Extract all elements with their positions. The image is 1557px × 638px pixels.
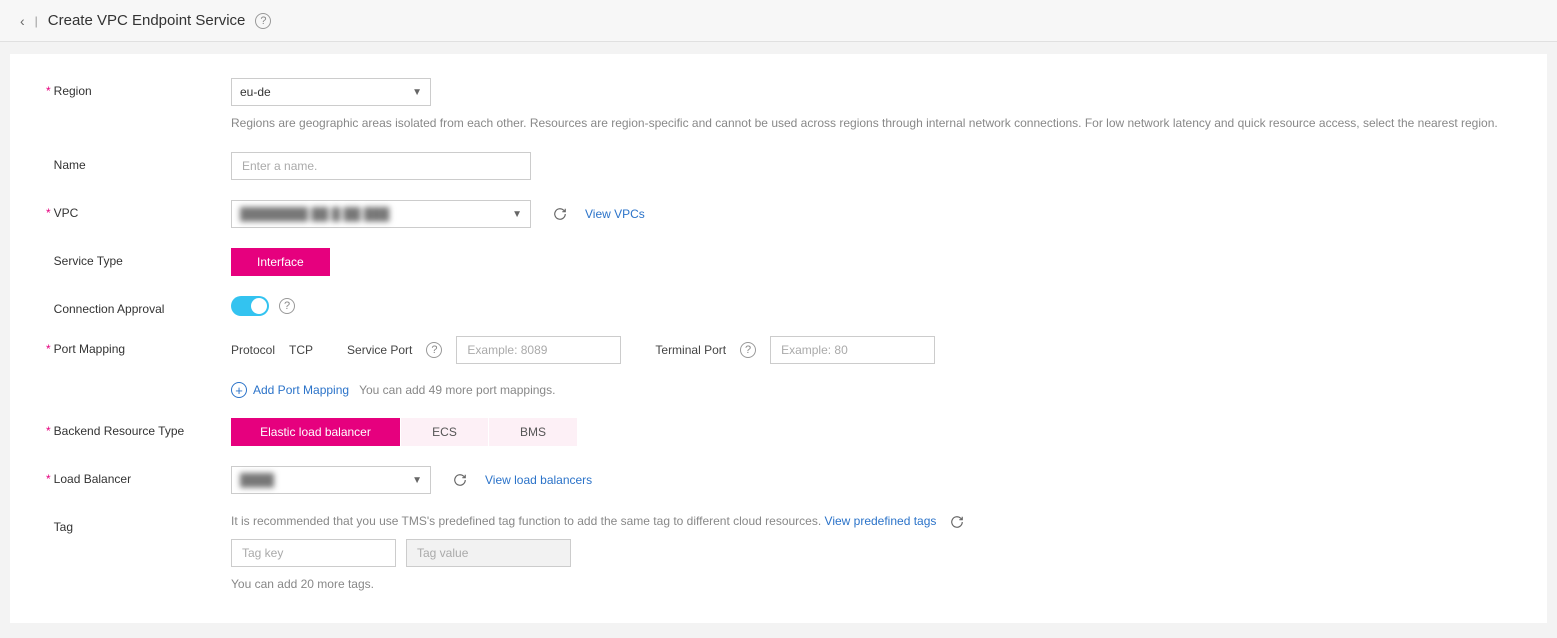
service-port-label: Service Port: [347, 343, 412, 357]
help-icon[interactable]: ?: [255, 13, 271, 29]
label-backend-resource-type: *Backend Resource Type: [46, 418, 231, 438]
tag-count-hint: You can add 20 more tags.: [231, 575, 1511, 593]
tag-value-input[interactable]: [415, 545, 562, 561]
vpc-select[interactable]: ████████ ██ █ ██ ███ ▼: [231, 200, 531, 228]
row-connection-approval: *Connection Approval ?: [46, 296, 1511, 316]
label-vpc: *VPC: [46, 200, 231, 220]
refresh-icon[interactable]: [950, 515, 964, 529]
row-service-type: *Service Type Interface: [46, 248, 1511, 276]
refresh-icon[interactable]: [453, 473, 467, 487]
back-icon[interactable]: ‹: [20, 13, 25, 29]
service-port-input-wrapper: [456, 336, 621, 364]
label-service-type: *Service Type: [46, 248, 231, 268]
protocol-value: TCP: [289, 343, 313, 357]
tag-key-input-wrapper: [231, 539, 396, 567]
name-input-wrapper: [231, 152, 531, 180]
backend-option-bms[interactable]: BMS: [489, 418, 577, 446]
label-region: *Region: [46, 78, 231, 98]
page-title: Create VPC Endpoint Service: [48, 12, 246, 29]
view-load-balancers-link[interactable]: View load balancers: [485, 473, 592, 487]
row-region: *Region eu-de ▼ Regions are geographic a…: [46, 78, 1511, 132]
chevron-down-icon: ▼: [512, 209, 522, 220]
region-hint: Regions are geographic areas isolated fr…: [231, 114, 1511, 132]
add-port-mapping-link[interactable]: + Add Port Mapping: [231, 382, 349, 398]
load-balancer-select-value: ████: [240, 473, 274, 487]
row-vpc: *VPC ████████ ██ █ ██ ███ ▼ View VPCs: [46, 200, 1511, 228]
region-select-value: eu-de: [240, 85, 271, 99]
label-load-balancer: *Load Balancer: [46, 466, 231, 486]
load-balancer-select[interactable]: ████ ▼: [231, 466, 431, 494]
port-mapping-count-hint: You can add 49 more port mappings.: [359, 383, 555, 397]
service-port-input[interactable]: [465, 342, 612, 358]
vpc-select-value: ████████ ██ █ ██ ███: [240, 207, 389, 221]
view-vpcs-link[interactable]: View VPCs: [585, 207, 645, 221]
help-icon[interactable]: ?: [740, 342, 756, 358]
row-port-mapping: *Port Mapping Protocol TCP Service Port …: [46, 336, 1511, 398]
view-predefined-tags-link[interactable]: View predefined tags: [825, 514, 937, 528]
name-input[interactable]: [240, 158, 522, 174]
tag-value-input-wrapper: [406, 539, 571, 567]
service-type-interface-button[interactable]: Interface: [231, 248, 330, 276]
chevron-down-icon: ▼: [412, 87, 422, 98]
chevron-down-icon: ▼: [412, 475, 422, 486]
label-connection-approval: *Connection Approval: [46, 296, 231, 316]
label-tag: *Tag: [46, 514, 231, 534]
row-name: *Name: [46, 152, 1511, 180]
terminal-port-input-wrapper: [770, 336, 935, 364]
connection-approval-toggle[interactable]: [231, 296, 269, 316]
terminal-port-input[interactable]: [779, 342, 926, 358]
help-icon[interactable]: ?: [279, 298, 295, 314]
tag-key-input[interactable]: [240, 545, 387, 561]
backend-resource-type-segmented: Elastic load balancer ECS BMS: [231, 418, 1511, 446]
header-divider: |: [35, 14, 38, 28]
form-container: *Region eu-de ▼ Regions are geographic a…: [10, 54, 1547, 623]
label-name: *Name: [46, 152, 231, 172]
protocol-label: Protocol: [231, 343, 275, 357]
row-tag: *Tag It is recommended that you use TMS'…: [46, 514, 1511, 593]
refresh-icon[interactable]: [553, 207, 567, 221]
terminal-port-label: Terminal Port: [655, 343, 726, 357]
row-backend-resource-type: *Backend Resource Type Elastic load bala…: [46, 418, 1511, 446]
region-select[interactable]: eu-de ▼: [231, 78, 431, 106]
help-icon[interactable]: ?: [426, 342, 442, 358]
plus-circle-icon: +: [231, 382, 247, 398]
tag-hint: It is recommended that you use TMS's pre…: [231, 514, 1511, 529]
row-load-balancer: *Load Balancer ████ ▼ View load balancer…: [46, 466, 1511, 494]
label-port-mapping: *Port Mapping: [46, 336, 231, 356]
page-header: ‹ | Create VPC Endpoint Service ?: [0, 0, 1557, 42]
backend-option-ecs[interactable]: ECS: [401, 418, 489, 446]
backend-option-elb[interactable]: Elastic load balancer: [231, 418, 401, 446]
